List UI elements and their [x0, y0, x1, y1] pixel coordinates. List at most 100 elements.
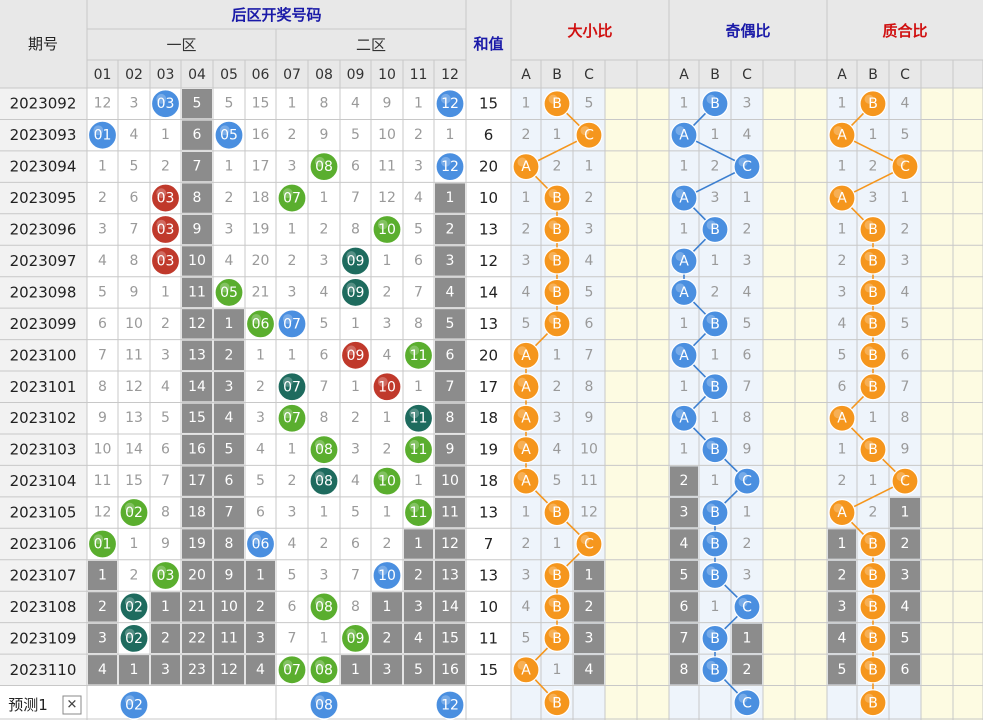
repeat-box-label: 22 [188, 630, 206, 646]
omission-count: 3 [288, 284, 297, 300]
ratio-omission: 1 [522, 96, 531, 112]
repeat-box-label: 8 [680, 662, 689, 678]
omission-count: 15 [252, 96, 270, 112]
ratio-omission: 1 [711, 473, 720, 489]
omission-count: 20 [252, 253, 270, 269]
ball-label: B [552, 631, 562, 647]
repeat-box-label: 5 [838, 662, 847, 678]
repeat-box-label: 20 [188, 567, 206, 583]
ball-label: 10 [378, 222, 396, 238]
period-cell: 2023094 [10, 158, 77, 176]
sum-value: 11 [479, 629, 498, 647]
omission-count: 10 [378, 127, 396, 143]
ratio-omission: 1 [869, 127, 878, 143]
omission-count: 6 [320, 347, 329, 363]
repeat-box-label: 18 [188, 505, 206, 521]
ball-label: A [837, 505, 847, 521]
ratio-omission: 2 [869, 159, 878, 175]
omission-count: 11 [94, 473, 112, 489]
repeat-box-label: 7 [446, 379, 455, 395]
ball-label: 02 [125, 698, 143, 714]
repeat-box-label: 9 [193, 222, 202, 238]
sum-value: 18 [479, 409, 498, 427]
ball-label: A [521, 348, 531, 364]
ratio-omission: 4 [838, 316, 847, 332]
ratio-omission: 1 [680, 96, 689, 112]
omission-count: 8 [130, 253, 139, 269]
ball-label: 03 [157, 253, 175, 269]
omission-count: 3 [414, 159, 423, 175]
omission-count: 1 [320, 505, 329, 521]
ball-label: 10 [378, 379, 396, 395]
ball-label: B [552, 568, 562, 584]
omission-count: 11 [378, 159, 396, 175]
ratio-omission: 3 [869, 190, 878, 206]
omission-count: 4 [351, 473, 360, 489]
omission-count: 19 [252, 222, 270, 238]
omission-count: 11 [125, 347, 143, 363]
omission-count: 9 [161, 536, 170, 552]
ratio-omission: 3 [743, 253, 752, 269]
repeat-box-label: 3 [585, 630, 594, 646]
ball-label: B [710, 442, 720, 458]
ball-label: 12 [441, 698, 459, 714]
omission-count: 9 [320, 127, 329, 143]
ball-label: 03 [157, 191, 175, 207]
repeat-box-label: 8 [446, 410, 455, 426]
omission-count: 1 [130, 536, 139, 552]
ball-label: 01 [94, 128, 112, 144]
omission-count: 1 [256, 347, 265, 363]
omission-count: 3 [256, 410, 265, 426]
ball-label: 11 [410, 505, 428, 521]
ratio-omission: 1 [743, 505, 752, 521]
period-cell: 2023098 [10, 283, 77, 301]
ball-label: B [710, 316, 720, 332]
ratio-omission: 1 [838, 442, 847, 458]
ball-label: 08 [315, 662, 333, 678]
omission-count: 8 [351, 599, 360, 615]
ball-label: 06 [252, 316, 270, 332]
repeat-box-label: 1 [585, 567, 594, 583]
period-cell: 2023107 [10, 566, 77, 584]
repeat-box-label: 7 [193, 159, 202, 175]
period-cell: 2023106 [10, 535, 77, 553]
omission-count: 6 [130, 190, 139, 206]
ratio-omission: 5 [901, 127, 910, 143]
omission-count: 3 [98, 222, 107, 238]
ratio-omission: 3 [522, 253, 531, 269]
omission-count: 2 [288, 127, 297, 143]
ratio-omission: 1 [711, 127, 720, 143]
ball-label: 05 [220, 128, 238, 144]
ratio-omission: 6 [743, 347, 752, 363]
ball-label: B [710, 631, 720, 647]
sum-value: 15 [479, 95, 498, 113]
repeat-box-label: 3 [446, 253, 455, 269]
ratio-omission: 6 [901, 347, 910, 363]
ball-label: 07 [283, 316, 301, 332]
repeat-box-label: 9 [446, 442, 455, 458]
ball-label: A [521, 379, 531, 395]
ratio-omission: 2 [838, 473, 847, 489]
ball-label: 11 [410, 348, 428, 364]
period-cell: 2023101 [10, 378, 77, 396]
omission-count: 12 [94, 505, 112, 521]
omission-count: 1 [446, 127, 455, 143]
omission-count: 4 [256, 442, 265, 458]
ratio-omission: 7 [743, 379, 752, 395]
ratio-omission: 3 [743, 96, 752, 112]
omission-count: 2 [320, 536, 329, 552]
period-cell: 2023096 [10, 221, 77, 239]
ball-label: B [868, 662, 878, 678]
omission-count: 5 [351, 505, 360, 521]
repeat-box-label: 6 [225, 473, 234, 489]
repeat-box-label: 4 [256, 662, 265, 678]
omission-count: 5 [320, 316, 329, 332]
period-cell: 2023097 [10, 252, 77, 270]
repeat-box-label: 10 [220, 599, 238, 615]
sum-value: 12 [479, 252, 498, 270]
omission-count: 2 [414, 127, 423, 143]
repeat-box-label: 14 [188, 379, 206, 395]
abc-column-header: B [868, 67, 878, 83]
sum-value: 17 [479, 378, 498, 396]
ratio-omission: 3 [711, 190, 720, 206]
